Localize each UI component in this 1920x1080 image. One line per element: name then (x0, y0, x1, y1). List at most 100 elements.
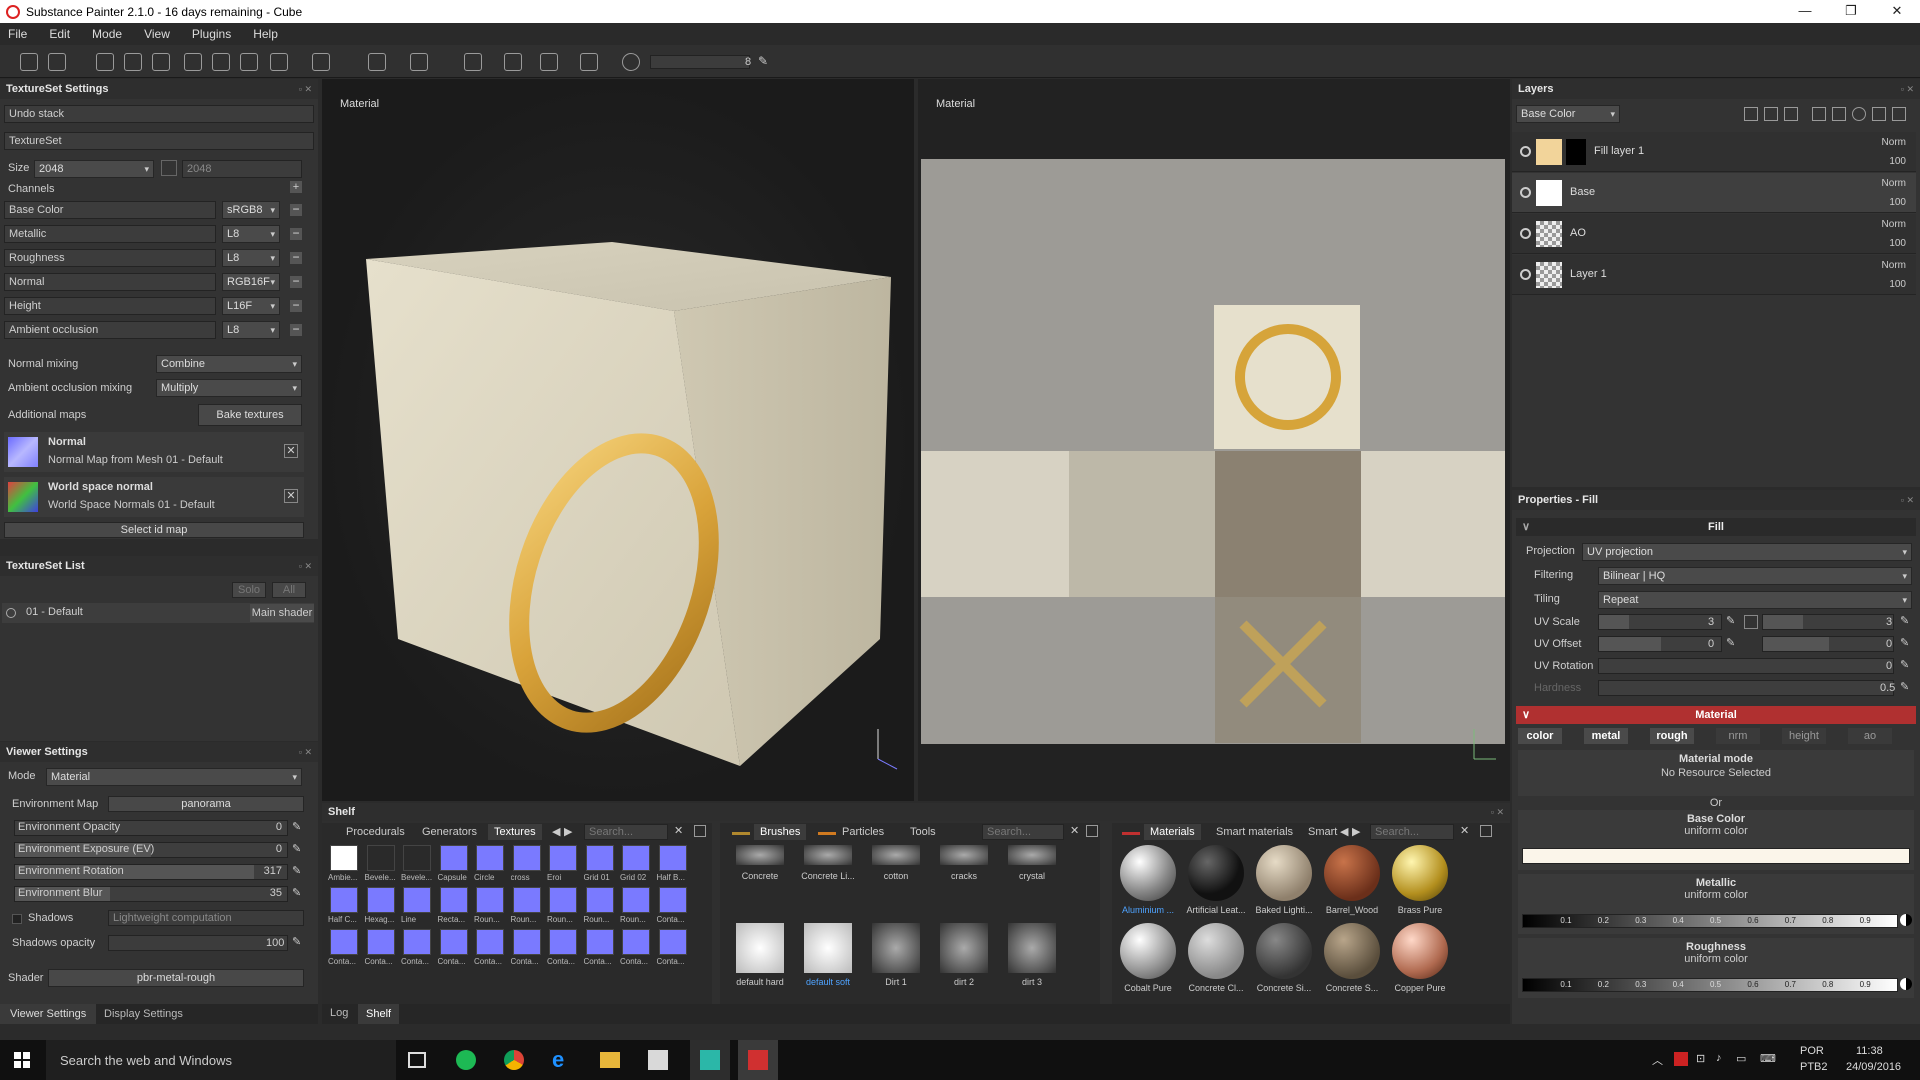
brush-item[interactable]: default hard (728, 919, 792, 987)
additional-map-normal[interactable]: Normal Normal Map from Mesh 01 - Default… (4, 432, 304, 472)
close-icon[interactable]: ✕ (284, 444, 298, 458)
pencil-icon[interactable]: ✎ (1900, 614, 1909, 627)
texture-item[interactable]: Roun... (474, 887, 506, 927)
texture-item[interactable]: Conta... (584, 929, 616, 969)
add-filter-icon[interactable] (1784, 107, 1798, 121)
bake-icon[interactable] (270, 53, 288, 71)
layer-opacity[interactable]: 100 (1889, 238, 1906, 249)
texture-item[interactable]: Bevele... (401, 845, 433, 885)
shadows-opacity-slider[interactable] (108, 935, 288, 951)
env-exposure-slider[interactable]: Environment Exposure (EV) 0 (14, 842, 288, 858)
texture-item[interactable]: Ambie... (328, 845, 360, 885)
channel-toggle-metal[interactable]: metal (1584, 728, 1628, 744)
layer-blend-mode[interactable]: Norm (1882, 260, 1906, 271)
pencil-icon[interactable]: ✎ (292, 935, 301, 948)
panel-controls-icon[interactable]: ▫ ✕ (1491, 803, 1504, 821)
pencil-icon[interactable]: ✎ (1900, 658, 1909, 671)
keyboard-layout-indicator[interactable]: PTB2 (1800, 1061, 1828, 1073)
add-smart-icon[interactable] (1852, 107, 1866, 121)
layer-blend-mode[interactable]: Norm (1882, 178, 1906, 189)
channel-format-dropdown[interactable]: L8 (222, 249, 280, 267)
material-section-header[interactable]: ∨ Material (1516, 706, 1916, 724)
next-tab-icon[interactable]: ▶ (1352, 825, 1360, 838)
brush-item[interactable]: dirt 3 (1000, 919, 1064, 987)
brush-item[interactable]: dirt 2 (932, 919, 996, 987)
lighting-icon[interactable] (622, 53, 640, 71)
add-fill-layer-icon[interactable] (1812, 107, 1826, 121)
viewport-2d[interactable]: Material (918, 79, 1510, 801)
pencil-icon[interactable]: ✎ (292, 886, 301, 899)
substance-designer-icon[interactable] (700, 1050, 720, 1070)
pencil-icon[interactable]: ✎ (292, 864, 301, 877)
shader-button[interactable]: pbr-metal-rough (48, 969, 304, 987)
texture-item[interactable]: Conta... (438, 929, 470, 969)
grid-view-icon[interactable] (694, 825, 706, 837)
filtering-dropdown[interactable]: Bilinear | HQ (1598, 567, 1912, 585)
material-item[interactable]: Concrete Cl... (1184, 923, 1248, 999)
projection-icon[interactable] (20, 53, 38, 71)
texture-item[interactable]: Half B... (657, 845, 689, 885)
tab-smart[interactable]: Smart (1308, 826, 1337, 838)
material-item[interactable]: Aluminium ... (1116, 845, 1180, 921)
texture-item[interactable]: Eroi (547, 845, 579, 885)
visibility-eye-icon[interactable] (1520, 228, 1531, 239)
menu-file[interactable]: File (8, 27, 27, 41)
layer-row[interactable]: AO Norm 100 (1512, 214, 1916, 254)
texture-item[interactable]: Conta... (657, 887, 689, 927)
eraser-icon[interactable] (124, 53, 142, 71)
substance-painter-icon[interactable] (748, 1050, 768, 1070)
shader-button[interactable]: Main shader (250, 604, 314, 622)
material-item[interactable]: Barrel_Wood (1320, 845, 1384, 921)
menu-help[interactable]: Help (253, 27, 278, 41)
symmetry-icon[interactable] (368, 53, 386, 71)
env-rotation-slider[interactable]: Environment Rotation 317 (14, 864, 288, 880)
texture-item[interactable]: Conta... (620, 929, 652, 969)
spotify-icon[interactable] (456, 1050, 476, 1070)
brush-item[interactable]: Concrete Li... (796, 845, 860, 911)
material-item[interactable]: Artificial Leat... (1184, 845, 1248, 921)
delete-layer-icon[interactable] (1892, 107, 1906, 121)
grid-view-icon[interactable] (1086, 825, 1098, 837)
texture-item[interactable]: Conta... (657, 929, 689, 969)
additional-map-world-space-normal[interactable]: World space normal World Space Normals 0… (4, 477, 304, 517)
cube-icon[interactable] (540, 53, 558, 71)
texture-item[interactable]: Grid 02 (620, 845, 652, 885)
pencil-icon[interactable]: ✎ (1900, 680, 1909, 693)
tab-display-settings[interactable]: Display Settings (100, 1004, 187, 1024)
bake-textures-button[interactable]: Bake textures (198, 404, 302, 426)
uv-scale-slider-u[interactable] (1598, 614, 1722, 630)
viewport-split-icon[interactable] (464, 53, 482, 71)
texture-item[interactable]: Conta... (511, 929, 543, 969)
layer-row[interactable]: Layer 1 Norm 100 (1512, 255, 1916, 295)
material-item[interactable]: Copper Pure (1388, 923, 1452, 999)
pencil-icon[interactable]: ✎ (292, 842, 301, 855)
symmetry-axis-icon[interactable] (410, 53, 428, 71)
texture-item[interactable]: Conta... (328, 929, 360, 969)
brushes-search-input[interactable]: Search... (982, 824, 1064, 840)
roughness-picker-icon[interactable] (1900, 978, 1912, 990)
visibility-eye-icon[interactable] (1520, 187, 1531, 198)
texture-item[interactable]: Grid 01 (584, 845, 616, 885)
texture-item[interactable]: Bevele... (365, 845, 397, 885)
layer-opacity[interactable]: 100 (1889, 197, 1906, 208)
panel-controls-icon[interactable]: ▫ ✕ (1901, 79, 1914, 99)
network-icon[interactable]: ⊡ (1696, 1052, 1705, 1065)
clone-icon[interactable] (240, 53, 258, 71)
add-channel-icon[interactable]: + (290, 181, 302, 193)
layer-blend-mode[interactable]: Norm (1882, 219, 1906, 230)
minimize-button[interactable]: — (1782, 0, 1828, 23)
prev-tab-icon[interactable]: ◀ (552, 825, 560, 838)
clear-search-icon[interactable]: ✕ (674, 824, 683, 837)
texture-item[interactable]: Line (401, 887, 433, 927)
pencil-icon[interactable]: ✎ (1900, 636, 1909, 649)
uv-offset-slider-v[interactable] (1762, 636, 1894, 652)
tab-textures[interactable]: Textures (488, 824, 542, 840)
layer-opacity[interactable]: 100 (1889, 279, 1906, 290)
all-button[interactable]: All (272, 582, 306, 598)
collapse-icon[interactable]: ∨ (1522, 706, 1530, 724)
brush-item[interactable]: Dirt 1 (864, 919, 928, 987)
screenshot-icon[interactable] (580, 53, 598, 71)
texture-item[interactable]: Roun... (584, 887, 616, 927)
channel-toggle-color[interactable]: color (1518, 728, 1562, 744)
uv-rotation-slider[interactable] (1598, 658, 1894, 674)
